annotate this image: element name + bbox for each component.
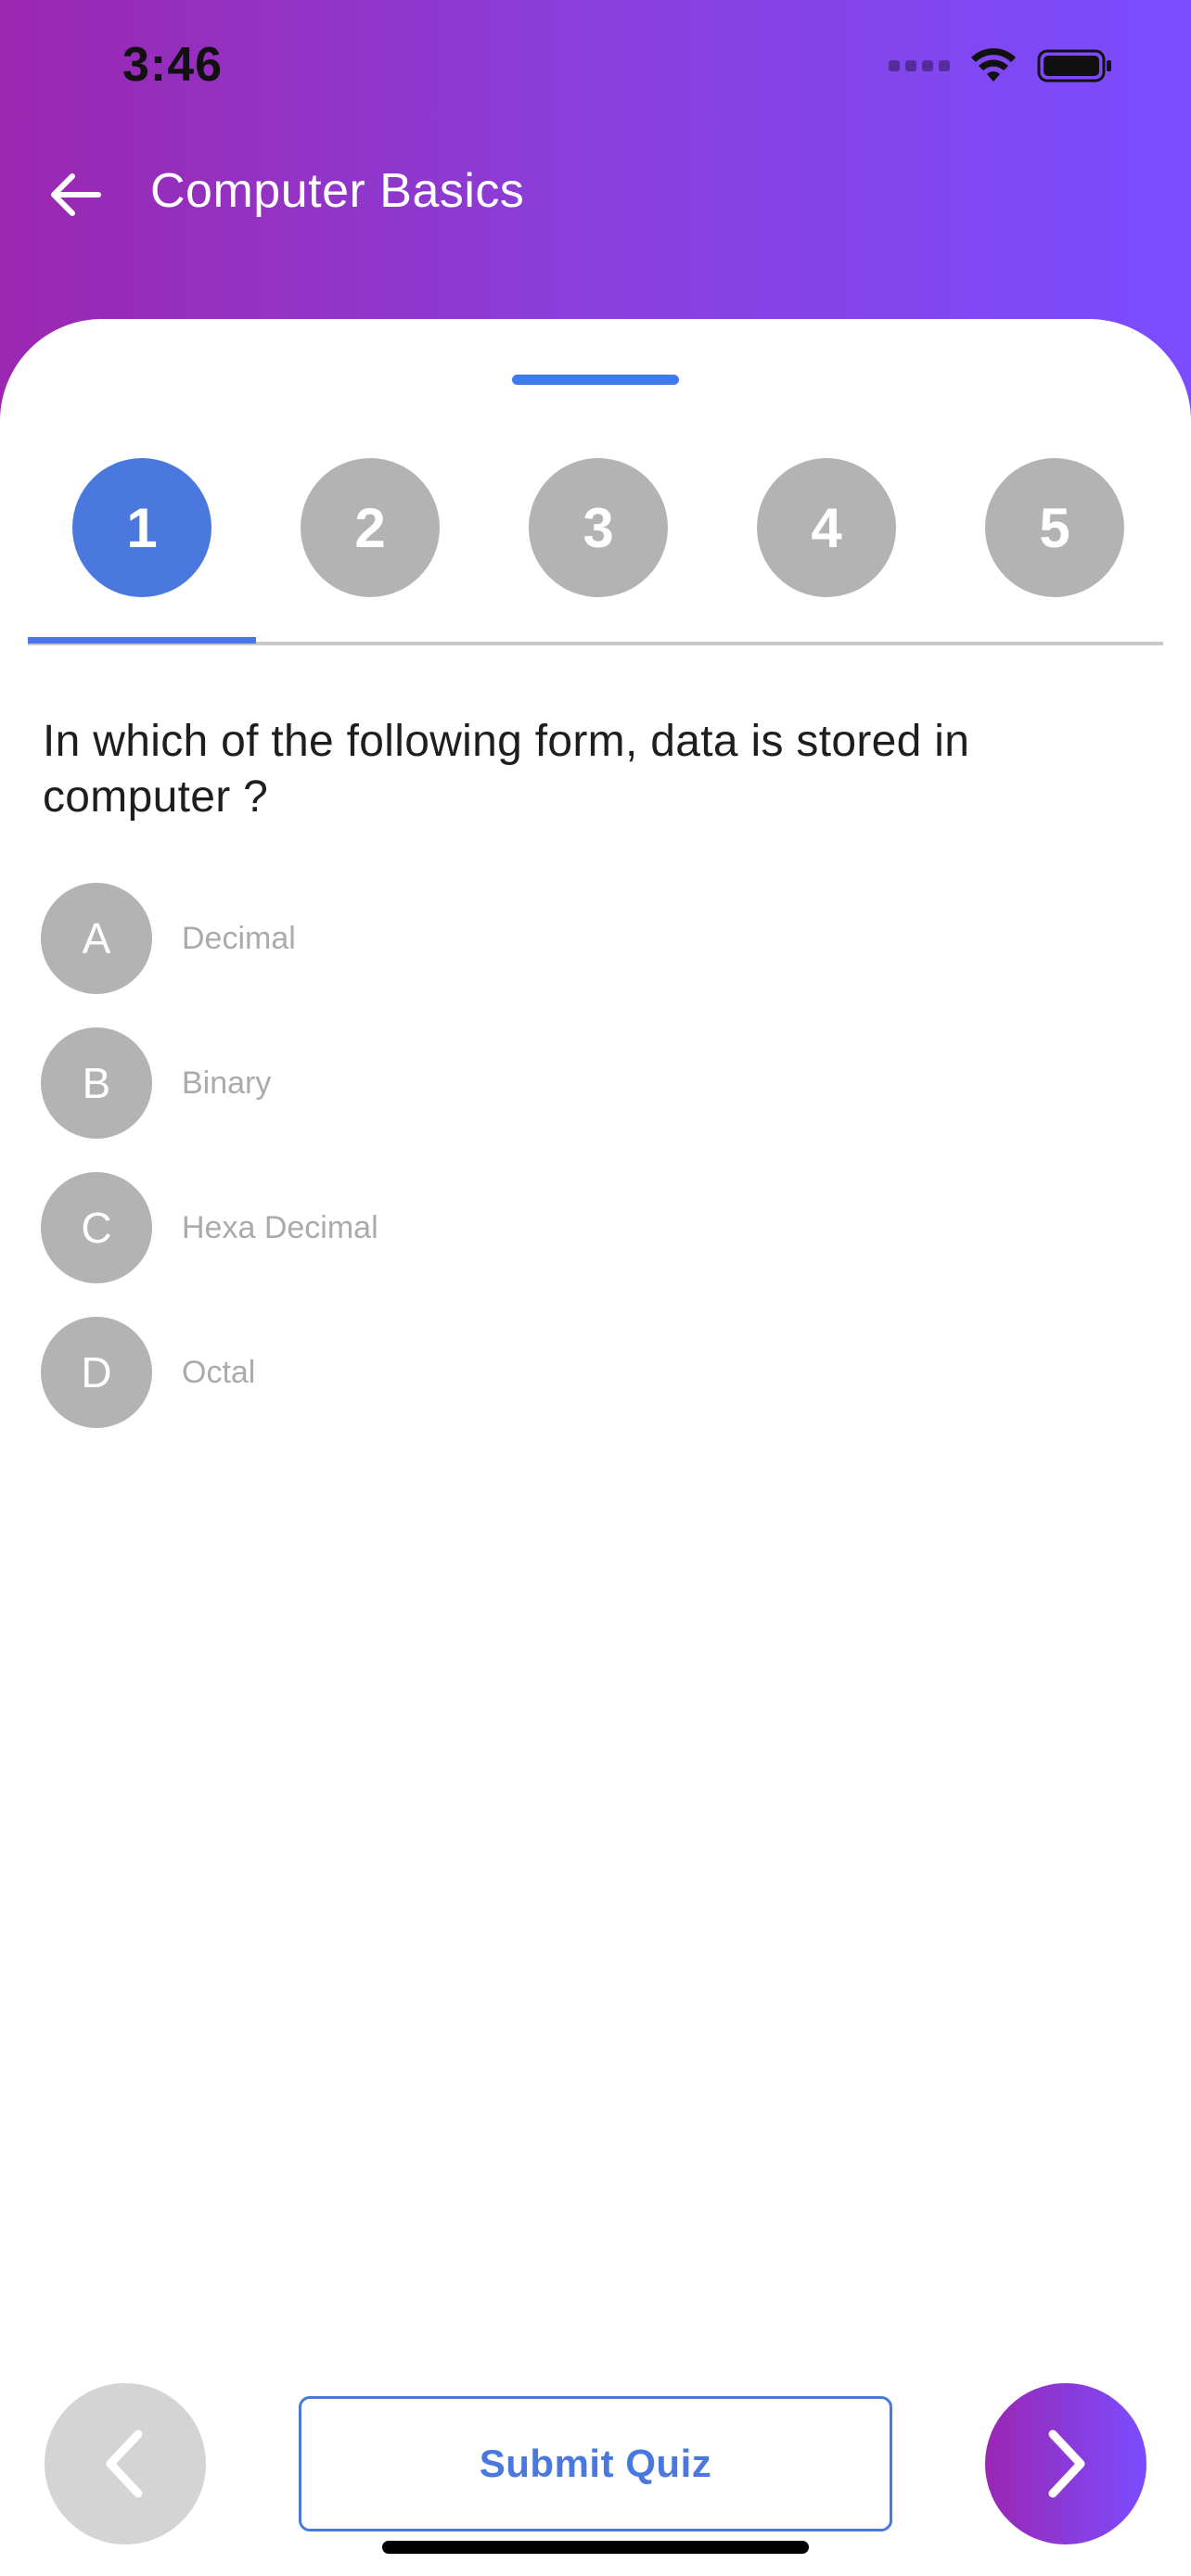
home-indicator: [382, 2541, 809, 2554]
page-title: Computer Basics: [150, 164, 525, 218]
tab-question-3[interactable]: 3: [484, 458, 712, 644]
quiz-screen: 3:46 Computer Basics 1 2 3 4 5 In which …: [0, 0, 1191, 2576]
tab-question-4[interactable]: 4: [712, 458, 941, 644]
tab-number: 4: [757, 458, 896, 597]
option-label: Octal: [182, 1354, 256, 1390]
option-letter: C: [41, 1172, 152, 1283]
option-label: Binary: [182, 1065, 272, 1101]
previous-question-button[interactable]: [45, 2383, 206, 2544]
option-label: Hexa Decimal: [182, 1209, 378, 1245]
battery-icon: [1037, 49, 1111, 83]
tab-number: 2: [301, 458, 440, 597]
wifi-icon: [971, 48, 1016, 82]
signal-icon: [889, 60, 950, 71]
option-letter: B: [41, 1027, 152, 1139]
tab-question-1[interactable]: 1: [28, 458, 256, 644]
tab-question-2[interactable]: 2: [256, 458, 484, 644]
question-tabs: 1 2 3 4 5: [28, 458, 1163, 647]
tab-number: 5: [985, 458, 1124, 597]
option-label: Decimal: [182, 920, 296, 956]
option-b[interactable]: B Binary: [41, 1027, 1154, 1139]
option-c[interactable]: C Hexa Decimal: [41, 1172, 1154, 1283]
option-letter: D: [41, 1317, 152, 1428]
tab-number: 3: [529, 458, 668, 597]
status-time: 3:46: [122, 38, 224, 92]
tab-number: 1: [72, 458, 211, 597]
drag-handle[interactable]: [512, 375, 679, 385]
question-text: In which of the following form, data is …: [43, 717, 970, 822]
next-question-button[interactable]: [985, 2383, 1146, 2544]
chevron-right-icon: [1048, 2429, 1085, 2498]
option-letter: A: [41, 883, 152, 994]
back-button[interactable]: [45, 163, 108, 226]
active-tab-indicator: [28, 637, 256, 644]
submit-quiz-button[interactable]: Submit Quiz: [299, 2396, 892, 2531]
answer-options: A Decimal B Binary C Hexa Decimal D Octa…: [41, 883, 1154, 1461]
chevron-left-icon: [106, 2429, 143, 2498]
tab-question-5[interactable]: 5: [941, 458, 1169, 644]
option-d[interactable]: D Octal: [41, 1317, 1154, 1428]
option-a[interactable]: A Decimal: [41, 883, 1154, 994]
status-icons: [889, 48, 1113, 83]
arrow-left-icon: [51, 173, 101, 216]
